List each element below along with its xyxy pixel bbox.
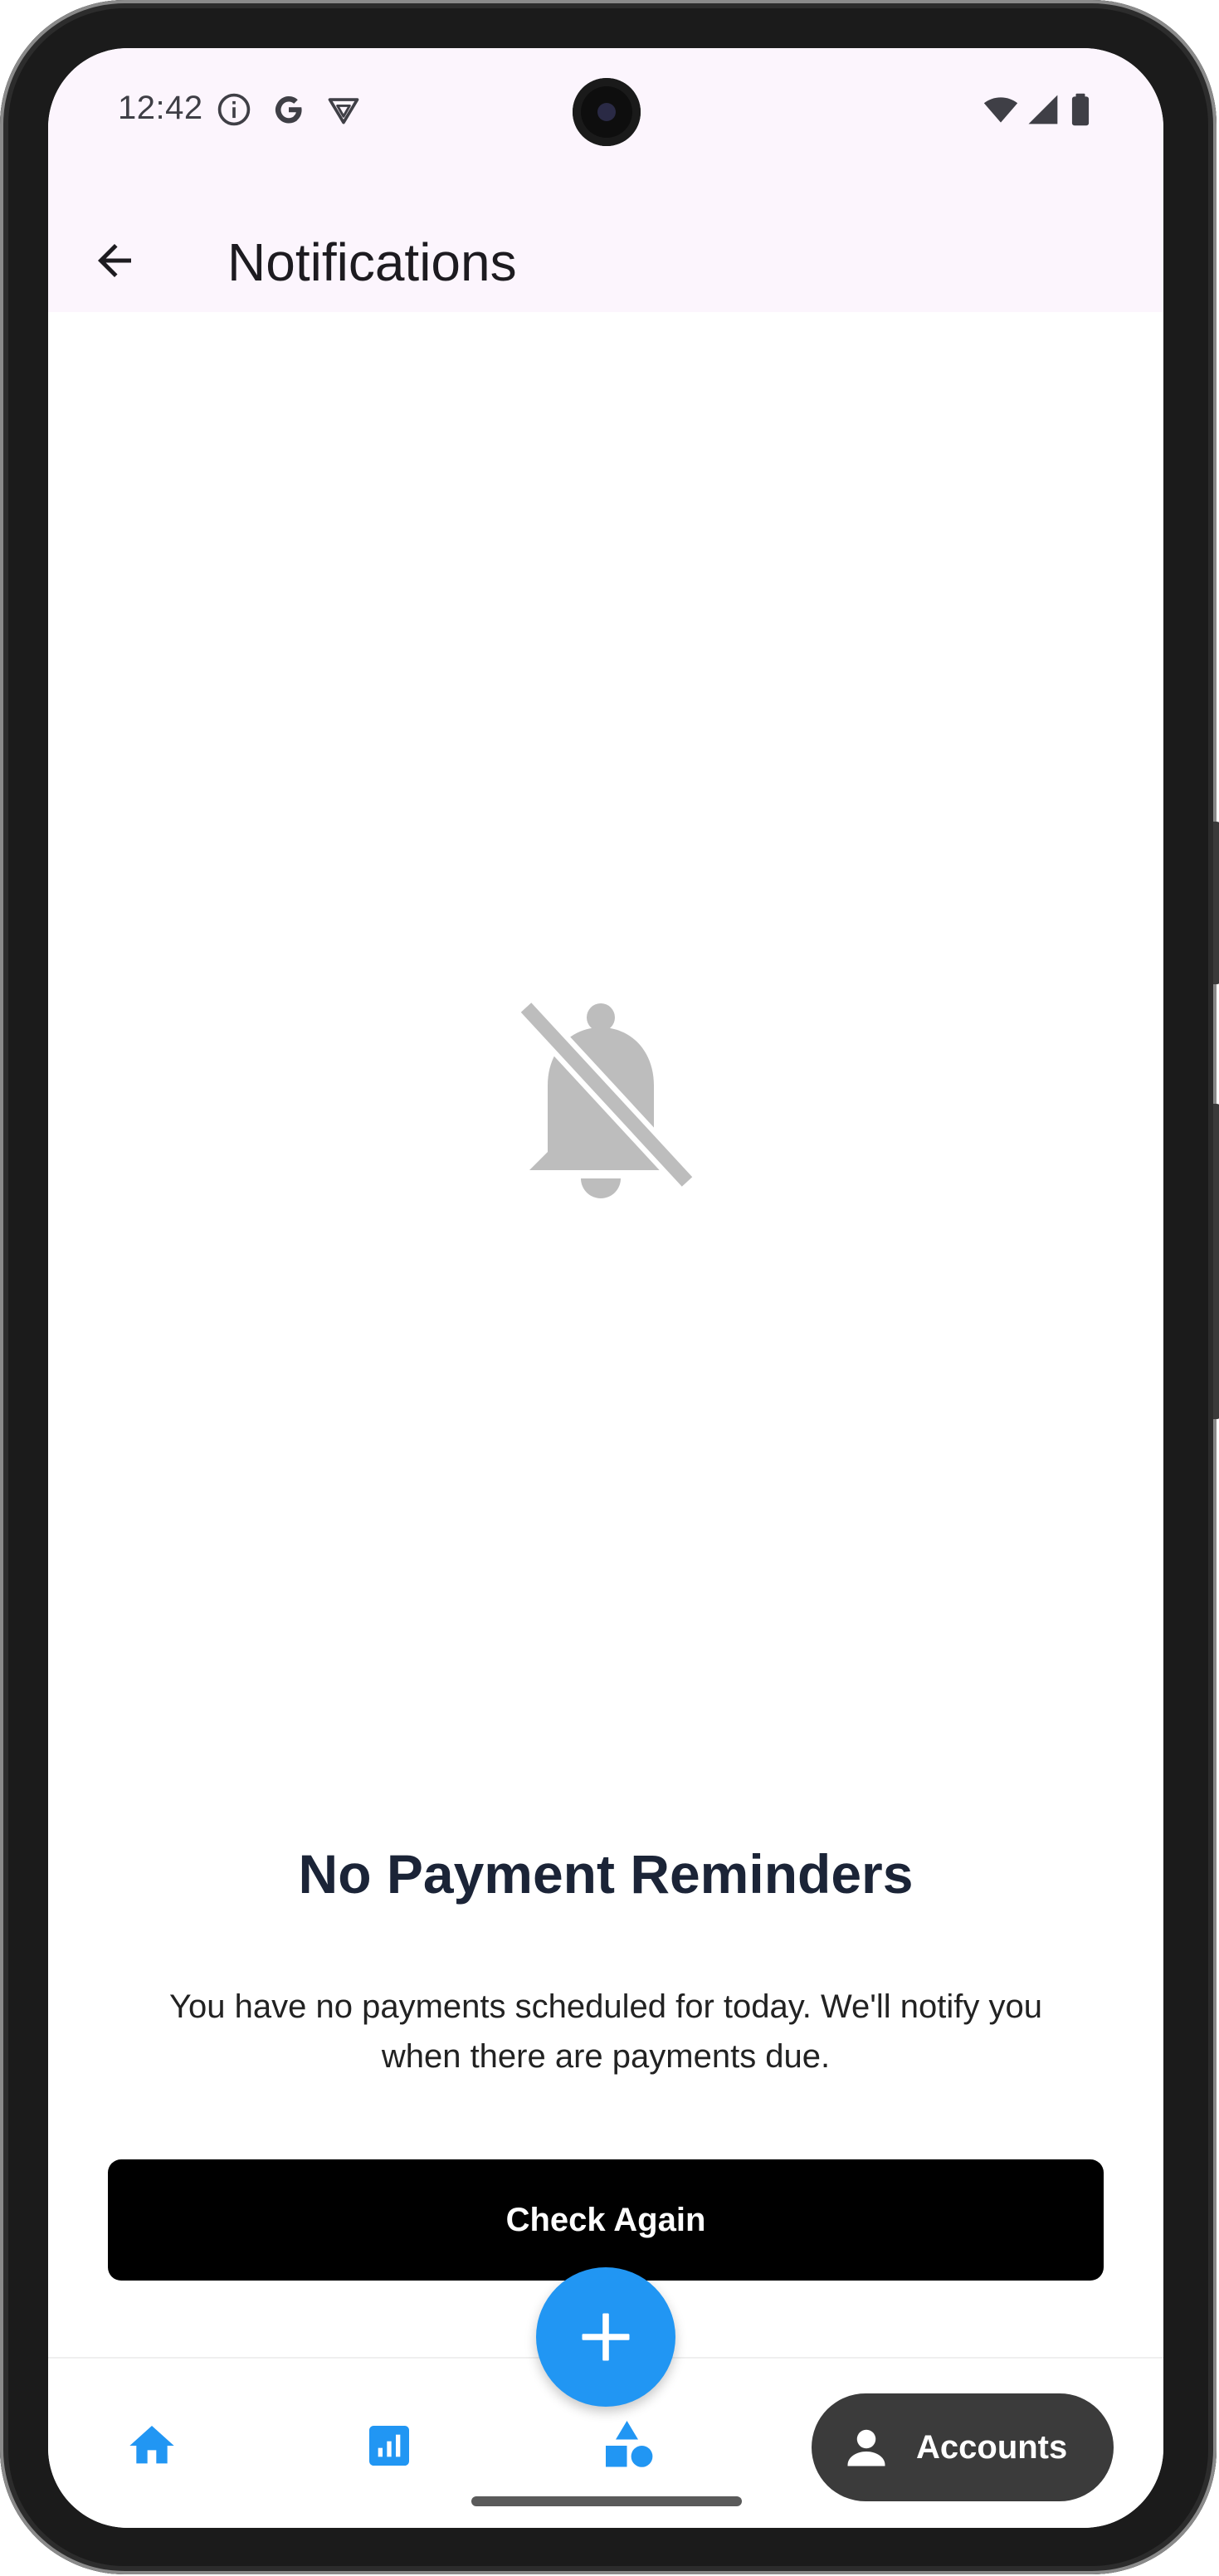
- check-again-label: Check Again: [505, 2201, 706, 2238]
- categories-icon: [606, 2421, 653, 2467]
- nav-accounts-button[interactable]: Accounts: [812, 2393, 1114, 2501]
- notifications-off-icon: [516, 998, 697, 1198]
- screen: 12:42 Notifications No Payment Reminders…: [48, 48, 1163, 2528]
- nav-stats-button[interactable]: [335, 2392, 443, 2500]
- home-icon: [129, 2426, 174, 2464]
- home-indicator[interactable]: [471, 2496, 742, 2506]
- chart-icon: [369, 2426, 409, 2466]
- add-fab-button[interactable]: [536, 2267, 675, 2407]
- plus-icon: [582, 2313, 630, 2361]
- arrow-back-icon: [98, 244, 131, 277]
- wifi-icon: [983, 97, 1018, 123]
- check-again-button[interactable]: Check Again: [108, 2159, 1104, 2281]
- info-icon: [217, 93, 251, 126]
- back-button[interactable]: [81, 227, 148, 294]
- empty-state-message: You have no payments scheduled for today…: [169, 1988, 1042, 2075]
- google-icon: [275, 96, 302, 124]
- page-title: Notifications: [227, 232, 517, 292]
- status-time: 12:42: [118, 90, 203, 126]
- battery-icon: [1071, 93, 1090, 126]
- signal-icon: [1028, 95, 1058, 124]
- nav-home-button[interactable]: [98, 2392, 206, 2500]
- vpn-shield-icon: [328, 98, 359, 124]
- device-frame: 12:42 Notifications No Payment Reminders…: [0, 0, 1219, 2576]
- empty-state-title: No Payment Reminders: [298, 1843, 914, 1905]
- status-bar: 12:42: [48, 48, 1163, 173]
- nav-categories-button[interactable]: [574, 2392, 682, 2500]
- volume-button: [1213, 822, 1219, 984]
- app-bar: Notifications: [48, 204, 1163, 312]
- person-icon: [847, 2429, 885, 2466]
- power-button: [1213, 1104, 1219, 1419]
- front-camera: [573, 78, 641, 146]
- nav-accounts-label: Accounts: [916, 2428, 1068, 2466]
